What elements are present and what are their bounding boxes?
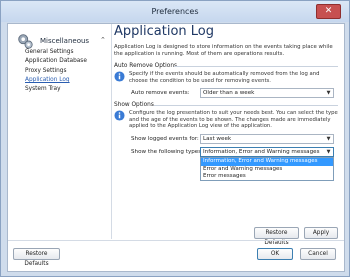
sidebar: Miscellaneous ⌃ General Settings Applica… bbox=[8, 24, 112, 239]
page-description: Application Log is designed to store inf… bbox=[114, 44, 333, 57]
window-title: Preferences bbox=[151, 7, 199, 16]
logged-events-label: Show logged events for: bbox=[131, 136, 199, 142]
section-divider bbox=[154, 105, 338, 106]
event-types-dropdown: Information, Error and Warning messages … bbox=[200, 157, 334, 181]
section-divider bbox=[174, 66, 338, 67]
auto-remove-label: Auto remove events: bbox=[131, 90, 190, 96]
chevron-down-icon[interactable]: ▼ bbox=[324, 89, 333, 97]
logged-events-value: Last week bbox=[203, 136, 232, 142]
close-button[interactable]: ✕ bbox=[316, 4, 341, 19]
cancel-button[interactable]: Cancel bbox=[300, 248, 336, 260]
title-bar[interactable]: Preferences ✕ bbox=[1, 1, 349, 22]
sidebar-item-system-tray[interactable]: System Tray bbox=[25, 85, 109, 94]
show-options-heading: Show Options bbox=[114, 102, 154, 108]
chevron-down-icon[interactable]: ▼ bbox=[324, 148, 333, 156]
main-panel: Application Log Application Log is desig… bbox=[114, 24, 342, 246]
event-types-label: Show the following types: bbox=[131, 149, 204, 155]
sidebar-item-application-log[interactable]: Application Log bbox=[25, 76, 109, 85]
restore-defaults-button[interactable]: Restore Defaults bbox=[13, 248, 60, 267]
event-types-select[interactable]: Information, Error and Warning messages … bbox=[200, 147, 334, 157]
sidebar-item-application-database[interactable]: Application Database bbox=[25, 57, 109, 66]
restore-defaults-page-button[interactable]: Restore Defaults bbox=[254, 227, 299, 246]
ok-button[interactable]: OK bbox=[257, 248, 293, 260]
footer-divider bbox=[8, 240, 344, 241]
dialog-client: Miscellaneous ⌃ General Settings Applica… bbox=[7, 23, 345, 272]
sidebar-item-general-settings[interactable]: General Settings bbox=[25, 48, 109, 57]
sidebar-group-label: Miscellaneous bbox=[40, 37, 90, 45]
dropdown-option[interactable]: Error and Warning messages bbox=[201, 166, 333, 174]
info-icon bbox=[114, 110, 125, 121]
dropdown-option[interactable]: Information, Error and Warning messages bbox=[201, 158, 333, 166]
auto-remove-description: Specify if the events should be automati… bbox=[129, 71, 320, 84]
chevron-up-icon[interactable]: ⌃ bbox=[100, 36, 106, 44]
apply-button[interactable]: Apply bbox=[304, 227, 338, 239]
auto-remove-value: Older than a week bbox=[203, 90, 255, 96]
event-types-value: Information, Error and Warning messages bbox=[203, 149, 320, 155]
logged-events-select[interactable]: Last week ▼ bbox=[200, 134, 334, 144]
sidebar-list: General Settings Application Database Pr… bbox=[25, 48, 109, 94]
dropdown-option[interactable]: Error messages bbox=[201, 173, 333, 181]
page-title: Application Log bbox=[114, 24, 214, 39]
preferences-window: Preferences ✕ Miscellaneous ⌃ General Se… bbox=[0, 0, 350, 277]
close-icon: ✕ bbox=[324, 6, 333, 16]
info-icon bbox=[114, 71, 125, 82]
chevron-down-icon[interactable]: ▼ bbox=[324, 135, 333, 143]
sidebar-item-proxy-settings[interactable]: Proxy Settings bbox=[25, 67, 109, 76]
auto-remove-select[interactable]: Older than a week ▼ bbox=[200, 88, 334, 98]
auto-remove-heading: Auto Remove Options bbox=[114, 63, 178, 69]
show-options-description: Configure the log presentation to suit y… bbox=[129, 110, 338, 130]
